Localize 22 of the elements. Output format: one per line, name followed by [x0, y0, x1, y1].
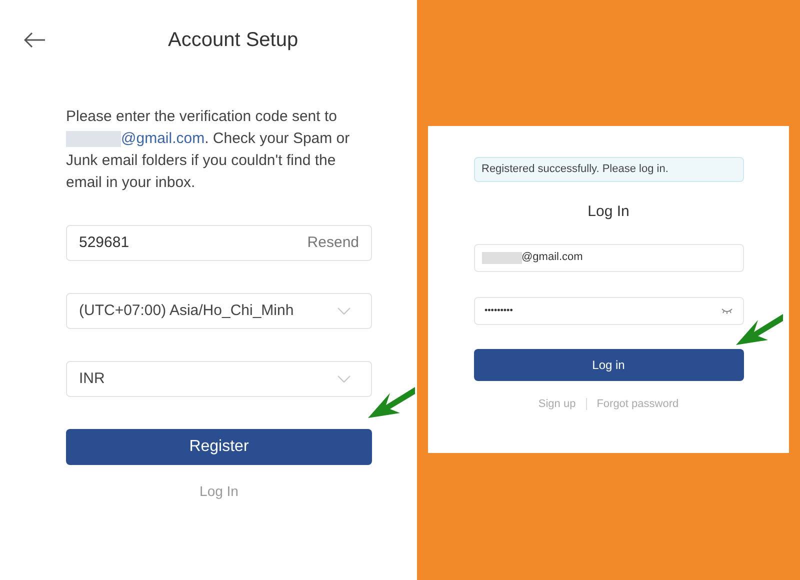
page-title: Account Setup: [168, 28, 298, 53]
email-text: @gmail.com: [121, 130, 205, 147]
email-field[interactable]: @gmail.com: [474, 244, 744, 272]
login-button[interactable]: Log in: [474, 348, 744, 380]
resend-link[interactable]: Resend: [307, 232, 359, 254]
select-field[interactable]: INR: [66, 361, 372, 397]
password-field[interactable]: •••••••••: [474, 296, 744, 324]
redaction-block: [66, 131, 121, 148]
success-alert: Registered successfully. Please log in.: [474, 157, 744, 182]
instruction-text: Please enter the verification code sent to @gmail.com. Check your Spam or Junk email folders if you couldn't find the email in your inbox.: [66, 107, 351, 193]
back-arrow-icon[interactable]: [24, 32, 46, 48]
eye-closed-icon[interactable]: [720, 308, 732, 314]
select-field[interactable]: (UTC+07:00) Asia/Ho_Chi_Minh: [66, 293, 372, 329]
redaction-block: [482, 252, 522, 264]
chevron-down-icon: [337, 307, 351, 315]
pointer-arrow: [734, 312, 784, 348]
pointer-arrow: [366, 385, 416, 421]
code-value: 529681: [79, 232, 130, 253]
code-field[interactable]: 529681 Resend: [66, 225, 372, 261]
login-title: Log In: [588, 202, 630, 222]
chevron-down-icon: [337, 375, 351, 383]
register-button[interactable]: Register: [66, 429, 372, 465]
